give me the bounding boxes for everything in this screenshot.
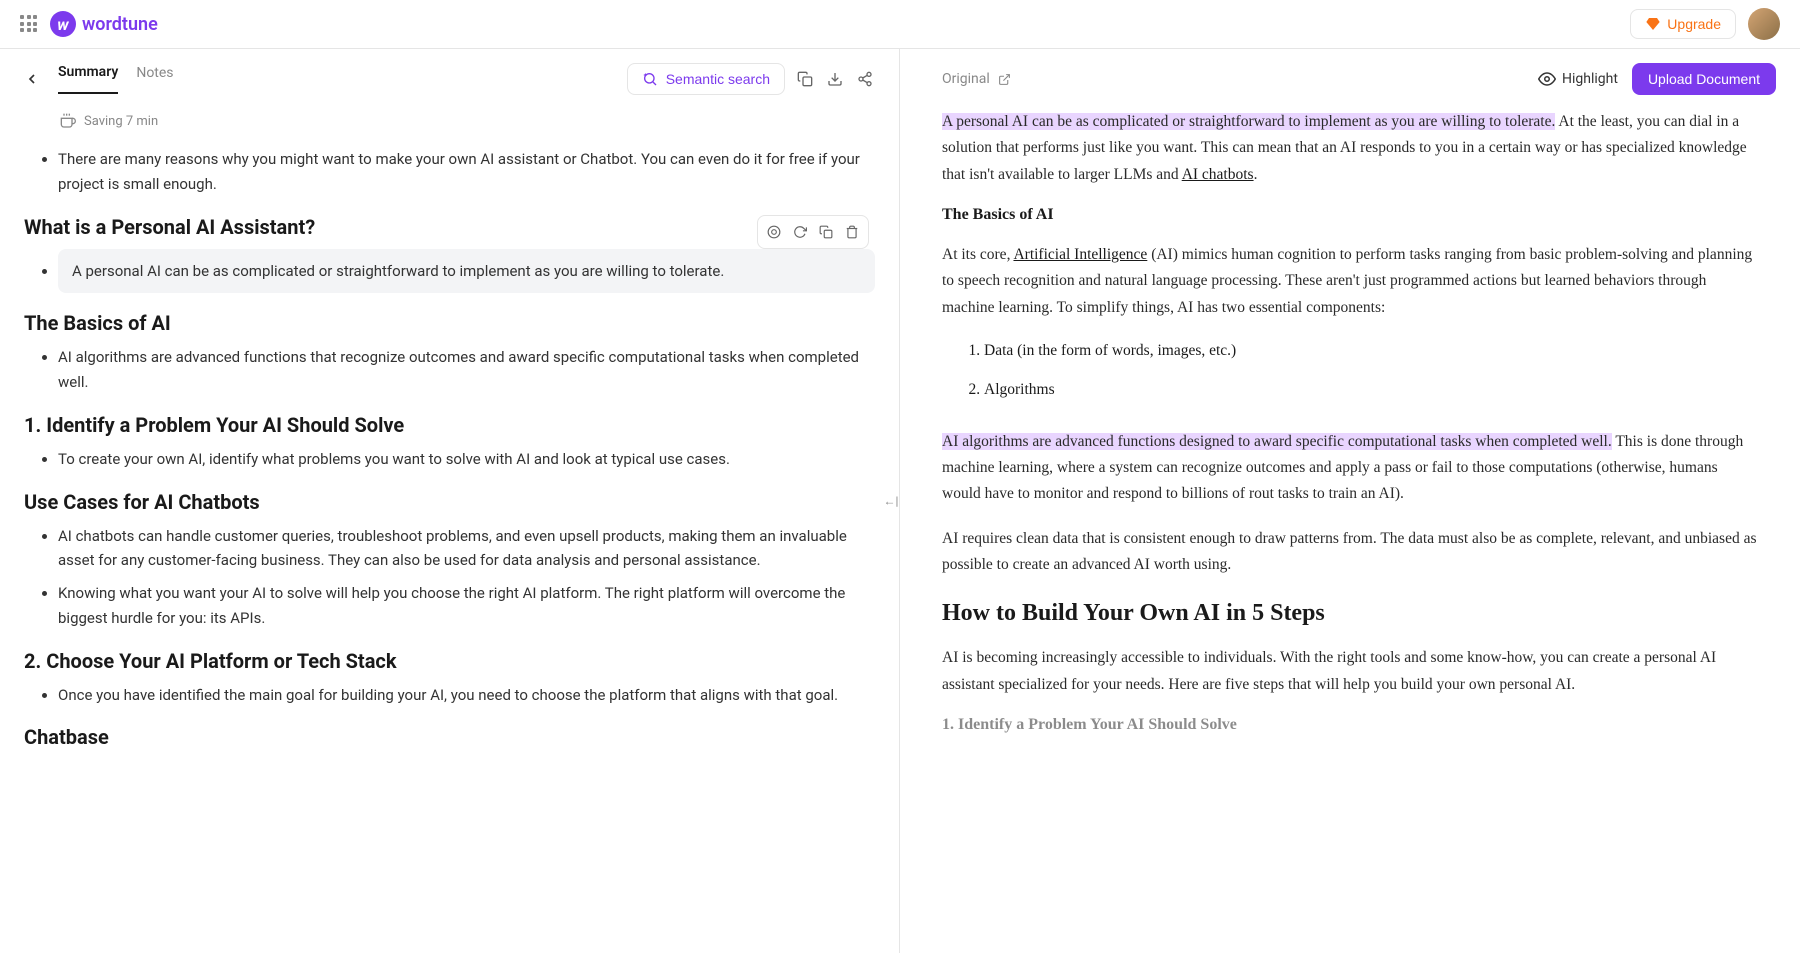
left-toolbar: Summary Notes Semantic search — [0, 49, 899, 95]
tabs-group: Summary Notes — [24, 64, 174, 94]
left-actions: Semantic search — [627, 63, 875, 95]
diamond-icon — [1645, 16, 1661, 32]
doc-ordered-list: Data (in the form of words, images, etc.… — [942, 339, 1758, 403]
summary-scroll[interactable]: Saving 7 min There are many reasons why … — [0, 95, 899, 953]
summary-bullet-text: A personal AI can be as complicated or s… — [72, 262, 724, 280]
copy-button[interactable] — [795, 69, 815, 89]
right-actions: Highlight Upload Document — [1538, 63, 1776, 95]
apps-grid-icon[interactable] — [20, 15, 38, 33]
user-avatar[interactable] — [1748, 8, 1780, 40]
heading-personal-ai: What is a Personal AI Assistant? — [24, 215, 875, 239]
summary-content: There are many reasons why you might wan… — [24, 147, 875, 749]
download-icon — [827, 71, 843, 87]
saving-label: Saving 7 min — [84, 114, 158, 129]
doc-paragraph: A personal AI can be as complicated or s… — [942, 109, 1758, 188]
highlight-label: Highlight — [1562, 71, 1618, 87]
tab-summary[interactable]: Summary — [58, 64, 118, 94]
summary-bullet[interactable]: Once you have identified the main goal f… — [58, 683, 875, 708]
target-icon — [767, 225, 781, 239]
heading-usecases: Use Cases for AI Chatbots — [24, 490, 875, 514]
item-actions-toolbar — [757, 215, 869, 249]
doc-paragraph: AI algorithms are advanced functions des… — [942, 429, 1758, 508]
doc-list-item: Algorithms — [984, 378, 1758, 403]
semantic-search-button[interactable]: Semantic search — [627, 63, 785, 95]
heading-basics: The Basics of AI — [24, 311, 875, 335]
copy-icon — [819, 225, 833, 239]
tab-notes[interactable]: Notes — [136, 65, 173, 93]
upgrade-label: Upgrade — [1667, 16, 1721, 32]
app-header: w wordtune Upgrade — [0, 0, 1800, 49]
share-icon — [857, 71, 873, 87]
download-button[interactable] — [825, 69, 845, 89]
regenerate-button[interactable] — [788, 220, 812, 244]
copy-item-button[interactable] — [814, 220, 838, 244]
target-button[interactable] — [762, 220, 786, 244]
summary-bullet[interactable]: AI chatbots can handle customer queries,… — [58, 524, 875, 574]
delete-item-button[interactable] — [840, 220, 864, 244]
copy-icon — [797, 71, 813, 87]
back-icon[interactable] — [24, 71, 40, 87]
doc-highlight: AI algorithms are advanced functions des… — [942, 433, 1612, 450]
summary-bullet[interactable]: Knowing what you want your AI to solve w… — [58, 581, 875, 631]
doc-list-item: Data (in the form of words, images, etc.… — [984, 339, 1758, 364]
doc-paragraph: AI is becoming increasingly accessible t… — [942, 645, 1758, 698]
refresh-icon — [793, 225, 807, 239]
heading-step2: 2. Choose Your AI Platform or Tech Stack — [24, 649, 875, 673]
document-scroll[interactable]: A personal AI can be as complicated or s… — [900, 109, 1800, 953]
share-button[interactable] — [855, 69, 875, 89]
header-left: w wordtune — [20, 11, 158, 37]
doc-heading-step1: 1. Identify a Problem Your AI Should Sol… — [942, 716, 1758, 734]
summary-bullet[interactable]: To create your own AI, identify what pro… — [58, 447, 875, 472]
summary-panel: Summary Notes Semantic search — [0, 49, 900, 953]
heading-chatbase: Chatbase — [24, 725, 875, 749]
main-split: Summary Notes Semantic search — [0, 49, 1800, 953]
logo-text: wordtune — [82, 14, 158, 35]
original-link[interactable]: Original — [942, 71, 1011, 87]
doc-paragraph: At its core, Artificial Intelligence (AI… — [942, 242, 1758, 321]
doc-heading-howto: How to Build Your Own AI in 5 Steps — [942, 600, 1758, 627]
doc-paragraph: AI requires clean data that is consisten… — [942, 526, 1758, 579]
eye-icon — [1538, 70, 1556, 88]
document-panel: Original Highlight Upload Document A per… — [900, 49, 1800, 953]
doc-highlight: A personal AI can be as complicated or s… — [942, 113, 1555, 130]
external-link-icon — [998, 73, 1011, 86]
collapse-panel-button[interactable]: ←| — [882, 489, 900, 513]
original-label: Original — [942, 71, 990, 87]
saving-indicator: Saving 7 min — [24, 95, 875, 139]
header-right: Upgrade — [1630, 8, 1780, 40]
logo[interactable]: w wordtune — [50, 11, 158, 37]
summary-bullet[interactable]: There are many reasons why you might wan… — [58, 147, 875, 197]
upload-document-button[interactable]: Upload Document — [1632, 63, 1776, 95]
coffee-icon — [60, 113, 76, 129]
semantic-search-label: Semantic search — [666, 71, 770, 87]
doc-heading-basics: The Basics of AI — [942, 206, 1758, 224]
logo-mark-icon: w — [50, 11, 76, 37]
sparkle-search-icon — [642, 71, 658, 87]
summary-bullet-active[interactable]: A personal AI can be as complicated or s… — [58, 249, 875, 294]
summary-bullet[interactable]: AI algorithms are advanced functions tha… — [58, 345, 875, 395]
right-toolbar: Original Highlight Upload Document — [900, 49, 1800, 109]
doc-link-ai[interactable]: Artificial Intelligence — [1013, 246, 1147, 263]
upgrade-button[interactable]: Upgrade — [1630, 9, 1736, 39]
heading-step1: 1. Identify a Problem Your AI Should Sol… — [24, 413, 875, 437]
doc-link-chatbots[interactable]: AI chatbots — [1182, 166, 1254, 183]
trash-icon — [845, 225, 859, 239]
highlight-toggle[interactable]: Highlight — [1538, 70, 1618, 88]
